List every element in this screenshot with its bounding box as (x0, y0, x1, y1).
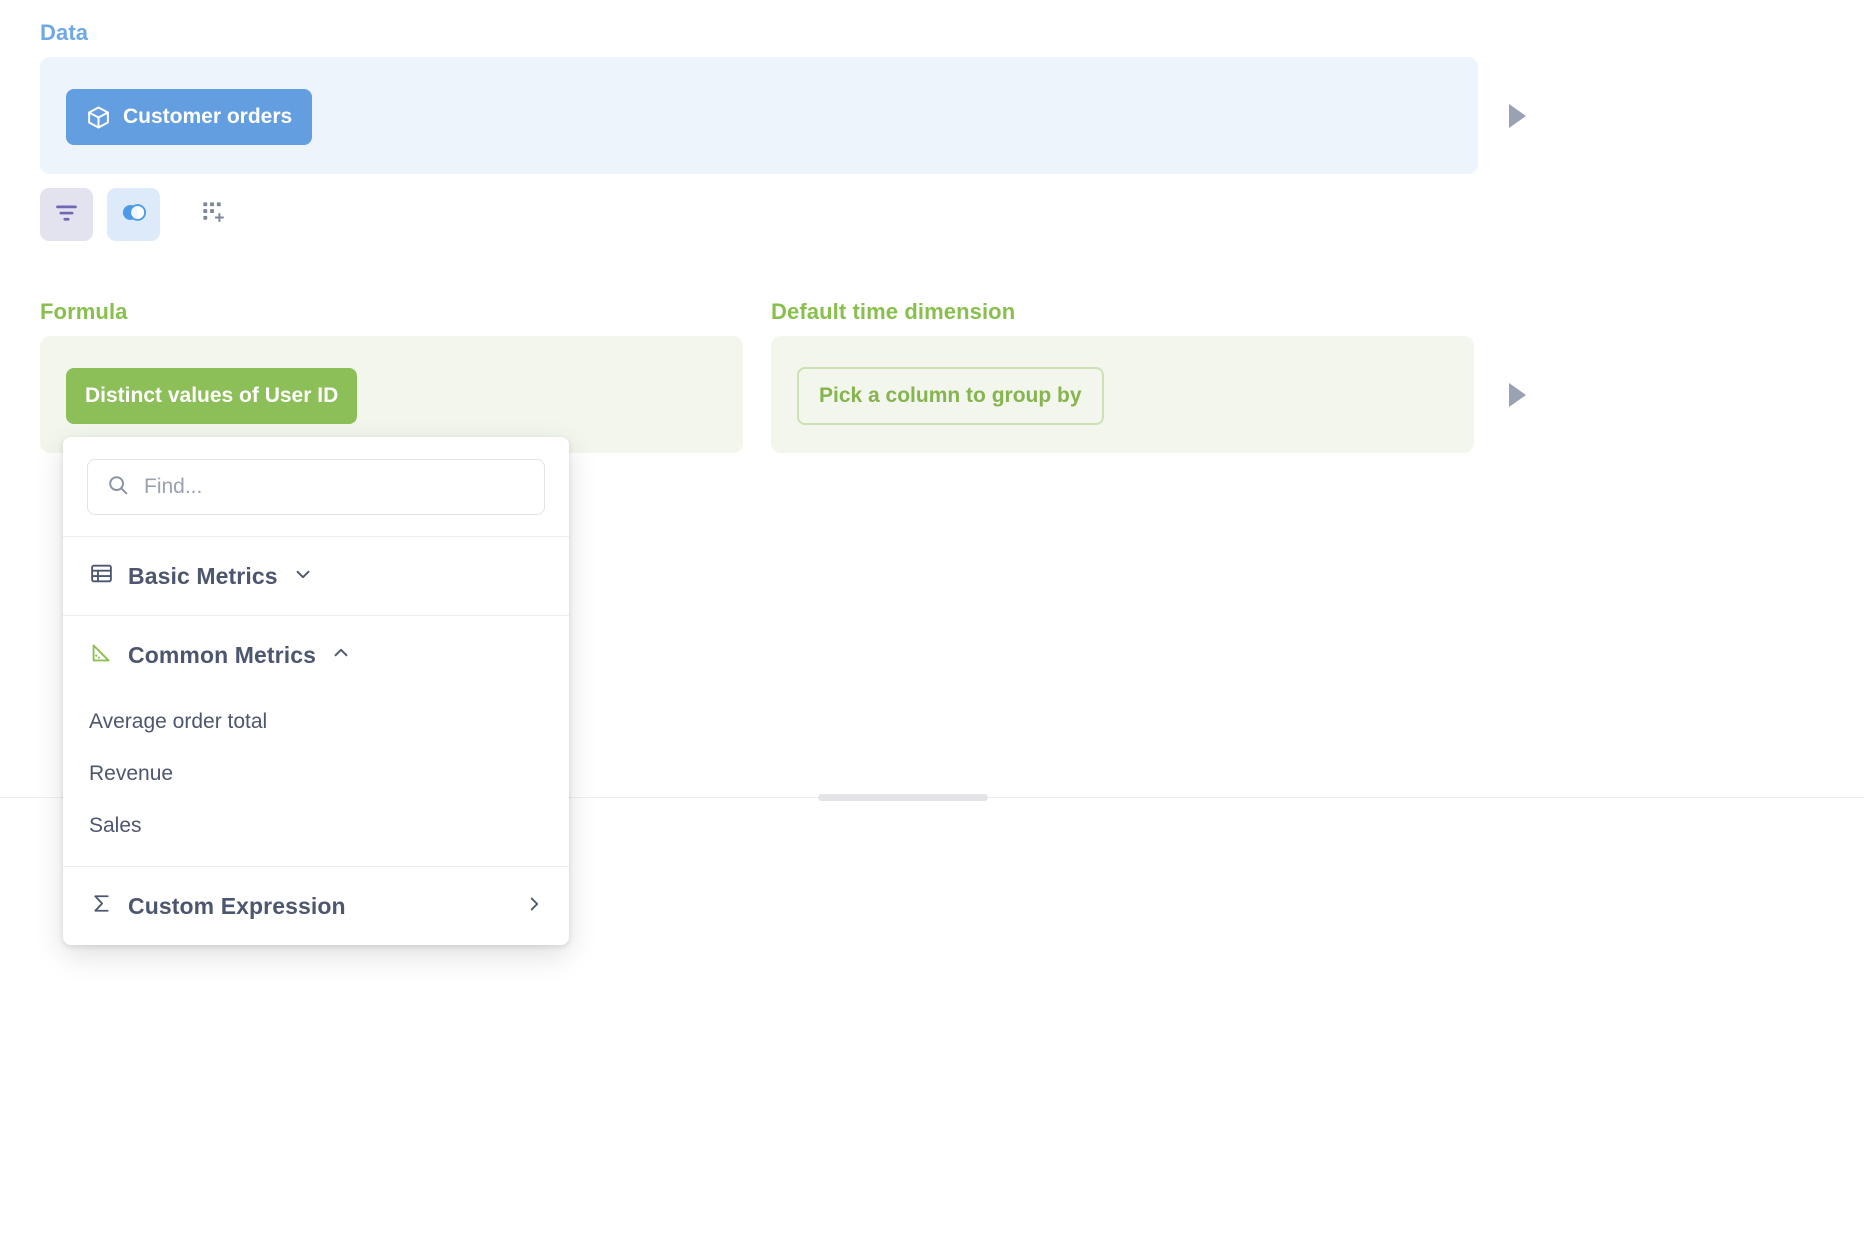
formula-chip[interactable]: Distinct values of User ID (66, 368, 358, 424)
time-dimension-chip[interactable]: Pick a column to group by (797, 367, 1104, 425)
cube-icon (86, 105, 111, 130)
formula-chip-label: Distinct values of User ID (85, 384, 339, 407)
time-dimension-preview-button[interactable] (1503, 380, 1531, 410)
data-source-panel: Customer orders (40, 57, 1478, 174)
chevron-up-icon (330, 642, 352, 669)
table-icon (89, 561, 114, 591)
time-dimension-chip-label: Pick a column to group by (819, 384, 1082, 407)
formula-section-label: Formula (40, 299, 128, 324)
data-section-label: Data (40, 20, 89, 45)
search-box[interactable] (87, 459, 545, 515)
common-metrics-list: Average order total Revenue Sales (63, 694, 569, 866)
sigma-icon (89, 891, 114, 921)
add-column-button[interactable] (187, 188, 240, 241)
resize-drag-handle[interactable] (818, 794, 988, 801)
list-item[interactable]: Revenue (63, 748, 569, 800)
list-item[interactable]: Average order total (63, 696, 569, 748)
join-venn-icon (119, 198, 148, 232)
metric-editor-page: Data Customer orders Formula Distinct va… (0, 0, 1864, 1248)
formula-panel: Distinct values of User ID (40, 336, 743, 453)
popup-search-section (63, 437, 569, 536)
play-triangle-icon (1508, 104, 1526, 128)
grid-plus-icon (200, 199, 227, 231)
group-header-common-metrics[interactable]: Common Metrics (63, 616, 569, 694)
group-title-basic-metrics: Basic Metrics (128, 562, 278, 589)
query-tool-row (40, 188, 240, 241)
custom-expression-label: Custom Expression (128, 892, 346, 919)
metric-picker-popup: Basic Metrics Common Metrics (63, 437, 569, 945)
chevron-right-icon (523, 893, 545, 920)
time-dimension-panel: Pick a column to group by (771, 336, 1474, 453)
play-triangle-icon (1508, 383, 1526, 407)
data-source-chip[interactable]: Customer orders (66, 89, 313, 145)
ruler-triangle-icon (89, 640, 114, 670)
custom-expression-row[interactable]: Custom Expression (63, 867, 569, 945)
group-title-common-metrics: Common Metrics (128, 641, 316, 668)
data-source-chip-label: Customer orders (123, 105, 293, 128)
list-item[interactable]: Sales (63, 800, 569, 852)
search-input[interactable] (144, 475, 526, 499)
time-dimension-section-label: Default time dimension (771, 299, 1016, 324)
filter-button[interactable] (40, 188, 93, 241)
join-button[interactable] (107, 188, 160, 241)
group-header-basic-metrics[interactable]: Basic Metrics (63, 537, 569, 615)
search-icon (106, 473, 130, 502)
filter-icon (53, 199, 80, 231)
chevron-down-icon (292, 563, 314, 590)
data-preview-button[interactable] (1503, 101, 1531, 131)
